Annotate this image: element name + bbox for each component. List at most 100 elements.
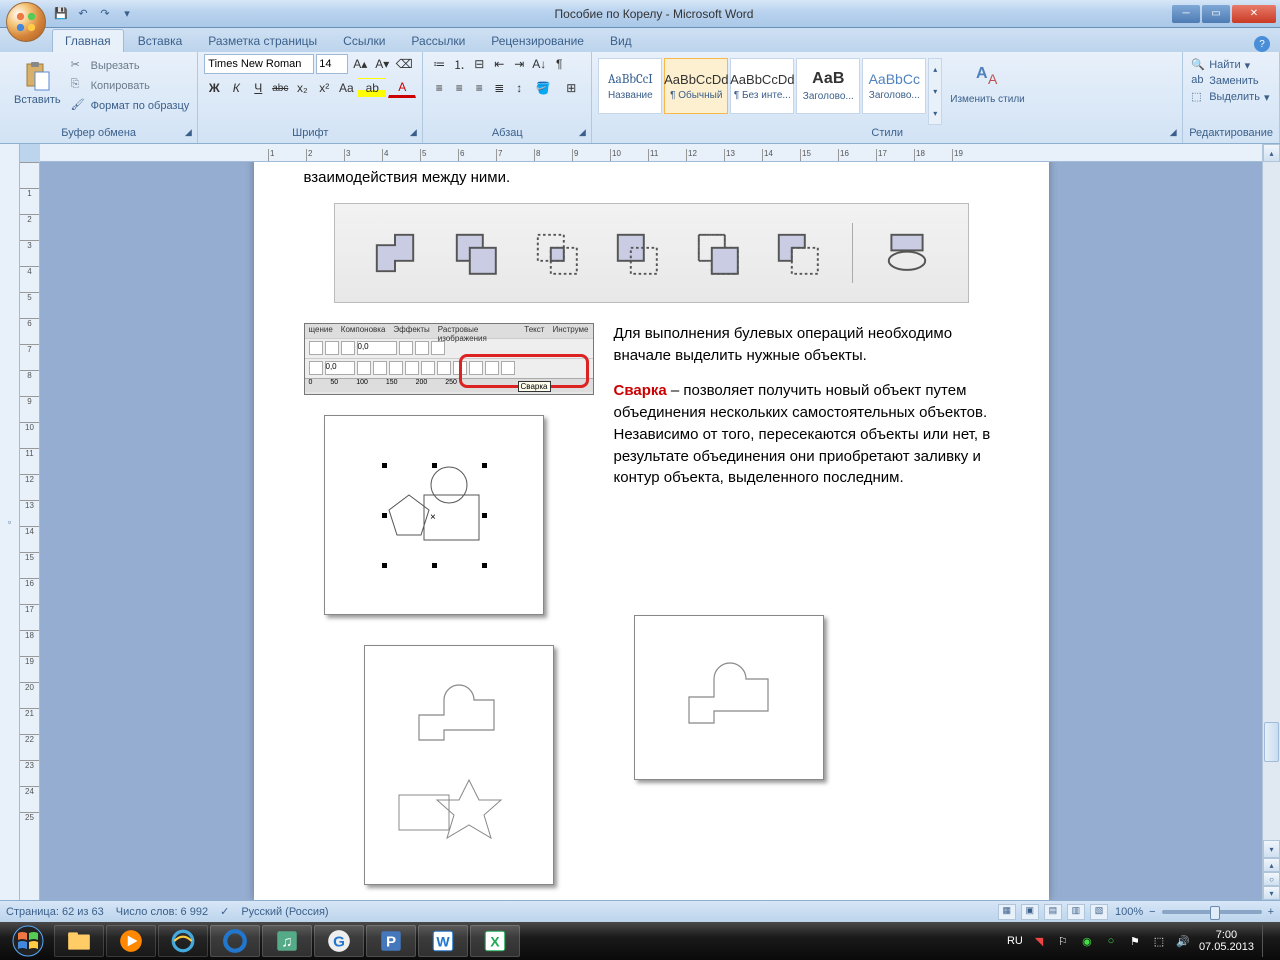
page-status[interactable]: Страница: 62 из 63: [6, 906, 104, 918]
font-name-input[interactable]: [204, 54, 314, 74]
tray-clock[interactable]: 7:00 07.05.2013: [1199, 929, 1254, 953]
change-styles-button[interactable]: AA Изменить стили: [942, 54, 1032, 125]
style-heading2[interactable]: AaBbCcЗаголово...: [862, 58, 926, 114]
zoom-level[interactable]: 100%: [1115, 906, 1143, 918]
style-heading1[interactable]: АаВЗаголово...: [796, 58, 860, 114]
font-dialog-launcher[interactable]: ◢: [406, 127, 420, 141]
styles-scroll[interactable]: ▴▾▾: [928, 58, 942, 125]
undo-icon[interactable]: ↶: [74, 5, 92, 23]
save-icon[interactable]: 💾: [52, 5, 70, 23]
qat-more-icon[interactable]: ▾: [118, 5, 136, 23]
borders-button[interactable]: ⊞: [557, 78, 585, 98]
select-button[interactable]: ⬚Выделить ▾: [1191, 90, 1271, 104]
show-marks-button[interactable]: ¶: [549, 54, 569, 74]
grow-font-button[interactable]: A▴: [350, 54, 370, 74]
start-button[interactable]: [4, 922, 52, 960]
horizontal-ruler[interactable]: 12345678910111213141516171819: [40, 144, 1262, 162]
tab-home[interactable]: Главная: [52, 29, 124, 52]
underline-button[interactable]: Ч: [248, 78, 268, 98]
language-status[interactable]: Русский (Россия): [241, 906, 328, 918]
strike-button[interactable]: abc: [270, 78, 290, 98]
taskbar-ie-pinned[interactable]: [158, 925, 208, 957]
tray-icon5[interactable]: ⚑: [1127, 933, 1143, 949]
zoom-in-button[interactable]: +: [1268, 906, 1274, 918]
taskbar-app1[interactable]: ♫: [262, 925, 312, 957]
vertical-ruler[interactable]: 1234567891011121314151617181920212223242…: [20, 162, 40, 900]
vruler-toggle[interactable]: ▫: [0, 144, 20, 900]
numbering-button[interactable]: ⒈: [449, 54, 469, 74]
font-color-button[interactable]: A: [388, 78, 416, 98]
vertical-scrollbar[interactable]: ▴ ▾ ▴ ○ ▾: [1262, 144, 1280, 900]
shrink-font-button[interactable]: A▾: [372, 54, 392, 74]
zoom-out-button[interactable]: −: [1149, 906, 1155, 918]
help-button[interactable]: ?: [1254, 36, 1270, 52]
redo-icon[interactable]: ↷: [96, 5, 114, 23]
tab-references[interactable]: Ссылки: [331, 30, 397, 52]
show-desktop-button[interactable]: [1262, 925, 1270, 957]
bullets-button[interactable]: ≔: [429, 54, 449, 74]
taskbar-mediaplayer[interactable]: [106, 925, 156, 957]
office-button[interactable]: [6, 2, 46, 42]
style-title[interactable]: AaBbCcIНазвание: [598, 58, 662, 114]
change-case-button[interactable]: Aa: [336, 78, 356, 98]
font-size-input[interactable]: [316, 54, 348, 74]
scroll-down-button[interactable]: ▾: [1263, 840, 1280, 858]
word-count[interactable]: Число слов: 6 992: [116, 906, 208, 918]
multilevel-button[interactable]: ⊟: [469, 54, 489, 74]
align-right-button[interactable]: ≡: [469, 78, 489, 98]
italic-button[interactable]: К: [226, 78, 246, 98]
tray-lang[interactable]: RU: [1007, 933, 1023, 949]
close-button[interactable]: ✕: [1232, 5, 1276, 23]
copy-button[interactable]: ⎘Копировать: [71, 78, 190, 94]
tray-volume-icon[interactable]: 🔊: [1175, 933, 1191, 949]
fullscreen-view[interactable]: ▣: [1021, 904, 1039, 920]
browse-next-button[interactable]: ▾: [1263, 886, 1280, 900]
zoom-slider[interactable]: [1162, 910, 1262, 914]
paste-button[interactable]: Вставить: [6, 54, 69, 125]
clipboard-dialog-launcher[interactable]: ◢: [181, 127, 195, 141]
scroll-up-button[interactable]: ▴: [1263, 144, 1280, 162]
para-dialog-launcher[interactable]: ◢: [575, 127, 589, 141]
align-left-button[interactable]: ≡: [429, 78, 449, 98]
taskbar-excel[interactable]: X: [470, 925, 520, 957]
tray-icon6[interactable]: ⬚: [1151, 933, 1167, 949]
tray-icon3[interactable]: ◉: [1079, 933, 1095, 949]
document-area[interactable]: взаимодействия между ними.: [40, 162, 1262, 900]
browse-prev-button[interactable]: ▴: [1263, 858, 1280, 872]
taskbar-ie[interactable]: [210, 925, 260, 957]
taskbar-app3[interactable]: P: [366, 925, 416, 957]
taskbar-word[interactable]: W: [418, 925, 468, 957]
replace-button[interactable]: abЗаменить: [1191, 74, 1271, 88]
draft-view[interactable]: ▧: [1090, 904, 1108, 920]
style-nospacing[interactable]: AaBbCcDd¶ Без инте...: [730, 58, 794, 114]
tab-review[interactable]: Рецензирование: [479, 30, 596, 52]
line-spacing-button[interactable]: ↕: [509, 78, 529, 98]
print-layout-view[interactable]: ▦: [998, 904, 1016, 920]
format-painter-button[interactable]: 🖌Формат по образцу: [71, 98, 190, 114]
cut-button[interactable]: ✂Вырезать: [71, 58, 190, 74]
web-view[interactable]: ▤: [1044, 904, 1062, 920]
proofing-icon[interactable]: ✓: [220, 905, 229, 918]
tray-icon1[interactable]: ◥: [1031, 933, 1047, 949]
tray-icon4[interactable]: ○: [1103, 933, 1119, 949]
bold-button[interactable]: Ж: [204, 78, 224, 98]
style-normal[interactable]: AaBbCcDd¶ Обычный: [664, 58, 728, 114]
styles-dialog-launcher[interactable]: ◢: [1166, 127, 1180, 141]
align-center-button[interactable]: ≡: [449, 78, 469, 98]
tray-icon2[interactable]: ⚐: [1055, 933, 1071, 949]
decrease-indent-button[interactable]: ⇤: [489, 54, 509, 74]
subscript-button[interactable]: x₂: [292, 78, 312, 98]
minimize-button[interactable]: ─: [1172, 5, 1200, 23]
tab-insert[interactable]: Вставка: [126, 30, 195, 52]
taskbar-app2[interactable]: G: [314, 925, 364, 957]
sort-button[interactable]: A↓: [529, 54, 549, 74]
highlight-button[interactable]: ab: [358, 78, 386, 98]
taskbar-explorer[interactable]: [54, 925, 104, 957]
browse-object-button[interactable]: ○: [1263, 872, 1280, 886]
find-button[interactable]: 🔍Найти ▾: [1191, 58, 1271, 72]
outline-view[interactable]: ▥: [1067, 904, 1085, 920]
increase-indent-button[interactable]: ⇥: [509, 54, 529, 74]
clear-format-button[interactable]: ⌫: [394, 54, 414, 74]
maximize-button[interactable]: ▭: [1202, 5, 1230, 23]
justify-button[interactable]: ≣: [489, 78, 509, 98]
